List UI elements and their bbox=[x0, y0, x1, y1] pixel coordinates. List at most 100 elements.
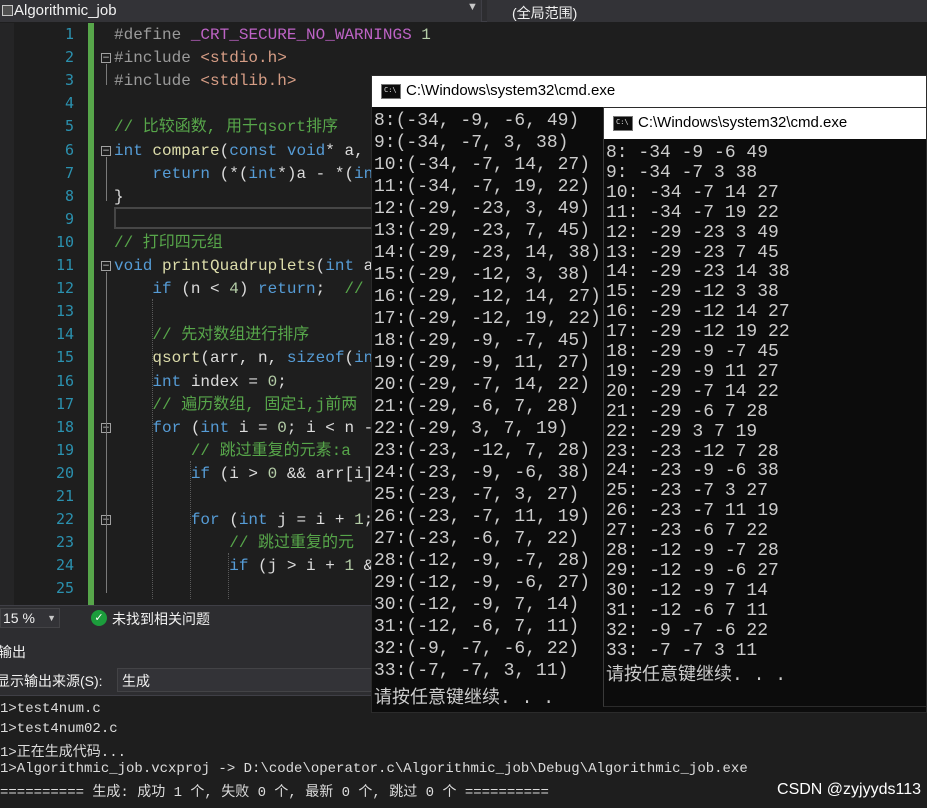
code-line[interactable]: #define _CRT_SECURE_NO_WARNINGS 1 bbox=[114, 24, 431, 47]
outline-line bbox=[106, 64, 107, 86]
line-number: 22 bbox=[55, 510, 74, 529]
line-number: 4 bbox=[64, 94, 74, 113]
line-number: 21 bbox=[55, 487, 74, 505]
console-line: 18: -29 -9 -7 45 bbox=[606, 342, 779, 362]
console-line: 21: -29 -6 7 28 bbox=[606, 401, 769, 422]
console-line: 25: -23 -7 3 27 bbox=[606, 481, 769, 502]
console-title-bar[interactable]: C:\ C:\Windows\system32\cmd.exe bbox=[604, 108, 926, 139]
console-line: 28: -12 -9 -7 28 bbox=[606, 541, 779, 561]
line-number: 6 bbox=[64, 140, 74, 159]
console-line: 11: -34 -7 19 22 bbox=[606, 202, 779, 223]
console-line: 8:(-34, -9, -6, 49) bbox=[374, 111, 580, 131]
cmd-icon-text: C:\ bbox=[384, 86, 397, 94]
line-number: 10 bbox=[55, 232, 74, 251]
collapse-icon[interactable]: − bbox=[101, 261, 111, 271]
console-line: 27:(-23, -6, 7, 22) bbox=[374, 529, 580, 549]
console-line: 17:(-29, -12, 19, 22) bbox=[374, 309, 601, 329]
code-line[interactable]: // 跳过重复的元素:a bbox=[114, 440, 351, 463]
chevron-down-icon[interactable]: ▼ bbox=[467, 1, 478, 13]
output-line: 1>正在生成代码... bbox=[0, 745, 127, 761]
console-line: 29: -12 -9 -6 27 bbox=[606, 560, 779, 581]
indent-guide bbox=[228, 553, 229, 600]
collapse-icon[interactable]: − bbox=[101, 53, 111, 64]
outline-line bbox=[106, 272, 107, 594]
code-line[interactable]: return (*(int*)a - *(int bbox=[114, 163, 382, 186]
project-icon bbox=[2, 5, 13, 16]
console-line: 请按任意键继续. . . bbox=[606, 666, 787, 687]
line-number: 13 bbox=[55, 302, 74, 321]
cmd-icon-text: C:\ bbox=[616, 118, 629, 126]
console-line: 请按任意键继续. . . bbox=[374, 689, 555, 709]
code-line[interactable]: // 先对数组进行排序 bbox=[114, 324, 309, 347]
console-line: 17: -29 -12 19 22 bbox=[606, 322, 790, 343]
scope-label: (全局范围) bbox=[512, 5, 578, 21]
line-number: 12 bbox=[55, 279, 74, 298]
line-number: 9 bbox=[64, 209, 74, 228]
console-line: 19: -29 -9 11 27 bbox=[606, 361, 779, 382]
code-line[interactable]: int compare(const void* a, bbox=[114, 140, 373, 163]
code-line[interactable]: // 打印四元组 bbox=[114, 232, 223, 255]
line-number: 2 bbox=[64, 48, 74, 67]
line-number: 18 bbox=[55, 417, 74, 436]
console-line: 18:(-29, -9, -7, 45) bbox=[374, 331, 591, 351]
console-line: 19:(-29, -9, 11, 27) bbox=[374, 353, 591, 373]
code-line[interactable]: if (n < 4) return; // bbox=[114, 278, 373, 301]
code-line[interactable]: #include <stdlib.h> bbox=[114, 70, 296, 93]
code-line[interactable]: int index = 0; bbox=[114, 371, 286, 394]
console-line: 22: -29 3 7 19 bbox=[606, 421, 758, 442]
code-line[interactable]: // 跳过重复的元 bbox=[114, 532, 354, 555]
console-line: 28:(-12, -9, -7, 28) bbox=[374, 551, 591, 571]
code-line[interactable]: } bbox=[114, 186, 124, 209]
console-line: 22:(-29, 3, 7, 19) bbox=[374, 419, 569, 439]
console-line: 12:(-29, -23, 3, 49) bbox=[374, 199, 591, 219]
editor-left-strip bbox=[0, 23, 14, 605]
output-source-value: 生成 bbox=[122, 673, 150, 689]
indent-guide bbox=[152, 299, 153, 600]
console-title-bar[interactable]: C:\ C:\Windows\system32\cmd.exe bbox=[372, 76, 926, 107]
indent-guide bbox=[190, 460, 191, 600]
output-line: 1>test4num02.c bbox=[0, 721, 118, 737]
code-line[interactable]: qsort(arr, n, sizeof(int bbox=[114, 347, 382, 370]
console-output: 8: -34 -9 -6 49 9: -34 -7 3 38 10: -34 -7 … bbox=[604, 139, 926, 706]
output-source-select[interactable]: 生成 bbox=[117, 668, 377, 692]
console-line: 14: -29 -23 14 38 bbox=[606, 262, 790, 283]
issues-status[interactable]: 未找到相关问题 bbox=[112, 609, 210, 629]
console-line: 13: -29 -23 7 45 bbox=[606, 242, 779, 263]
collapse-icon[interactable]: − bbox=[101, 145, 111, 156]
check-circle-icon: ✓ bbox=[91, 610, 107, 626]
line-number-gutter: 1 2 3 4 5 6 7 8 9 10 11 12 13 14 15 16 17 18 19 20 21 22 23 24 2… bbox=[14, 23, 88, 605]
console-line: 11:(-34, -7, 19, 22) bbox=[374, 177, 591, 197]
console-line: 31:(-12, -6, 7, 11) bbox=[374, 617, 580, 637]
console-line: 15: -29 -12 3 38 bbox=[606, 282, 779, 303]
cmd-icon: C:\ bbox=[613, 116, 633, 131]
code-line[interactable]: void printQuadruplets(int ar bbox=[114, 255, 383, 278]
console-line: 21:(-29, -6, 7, 28) bbox=[374, 397, 580, 417]
console-line: 15:(-29, -12, 3, 38) bbox=[374, 265, 591, 285]
console-line: 20:(-29, -7, 14, 22) bbox=[374, 375, 591, 395]
code-line[interactable]: #include <stdio.h> bbox=[114, 47, 287, 70]
console-line: 8: -34 -9 -6 49 bbox=[606, 143, 769, 163]
code-line[interactable]: for (int i = 0; i < n - bbox=[114, 417, 383, 440]
zoom-dropdown[interactable]: 15 % ▼ bbox=[0, 608, 60, 628]
console-title: C:\Windows\system32\cmd.exe bbox=[638, 114, 848, 131]
console-window-front[interactable]: C:\ C:\Windows\system32\cmd.exe 8: -34 -… bbox=[603, 107, 927, 707]
project-name: Algorithmic_job bbox=[14, 2, 117, 19]
console-line: 32: -9 -7 -6 22 bbox=[606, 620, 769, 641]
chevron-down-icon[interactable]: ▼ bbox=[47, 613, 56, 623]
outline-line bbox=[106, 156, 107, 201]
code-line[interactable]: // 比较函数, 用于qsort排序 bbox=[114, 116, 338, 139]
console-line: 23: -23 -12 7 28 bbox=[606, 441, 779, 462]
code-line[interactable]: for (int j = i + 1; bbox=[114, 509, 383, 532]
code-line[interactable]: if (j > i + 1 && bbox=[114, 555, 383, 578]
zoom-level: 15 % bbox=[3, 610, 35, 626]
code-line[interactable]: if (i > 0 && arr[i] bbox=[114, 463, 383, 486]
console-line: 26: -23 -7 11 19 bbox=[606, 501, 779, 522]
scope-dropdown[interactable]: (全局范围) bbox=[487, 0, 927, 22]
output-line: 1>Algorithmic_job.vcxproj -> D:\code\ope… bbox=[0, 761, 748, 777]
console-line: 16: -29 -12 14 27 bbox=[606, 302, 790, 323]
code-line[interactable]: // 遍历数组, 固定i,j前两 bbox=[114, 394, 357, 417]
line-number: 23 bbox=[55, 533, 74, 552]
console-title: C:\Windows\system32\cmd.exe bbox=[406, 82, 616, 99]
project-dropdown[interactable]: Algorithmic_job ▼ bbox=[0, 0, 482, 22]
console-line: 33:(-7, -7, 3, 11) bbox=[374, 661, 569, 681]
